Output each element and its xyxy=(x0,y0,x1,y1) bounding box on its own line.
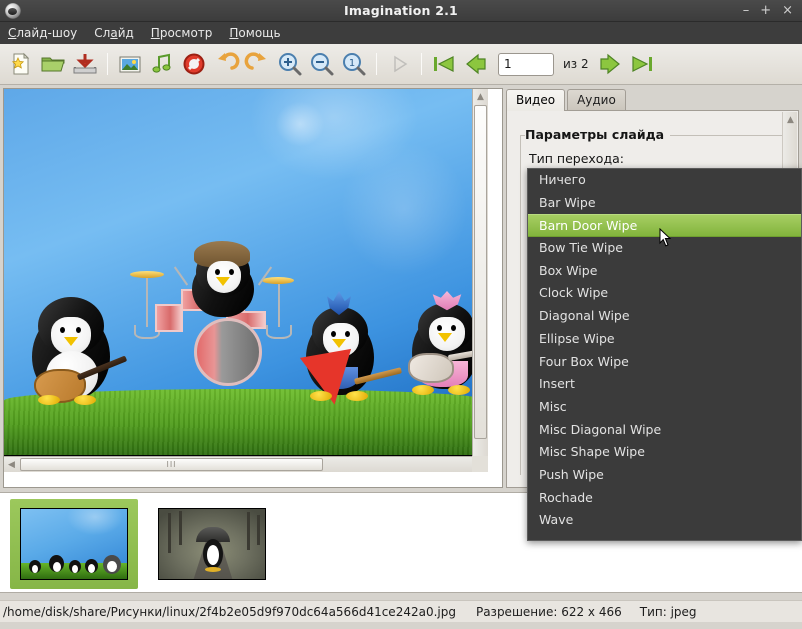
close-button[interactable]: × xyxy=(782,4,793,17)
cymbal-legs-right xyxy=(266,325,292,339)
minimize-button[interactable]: – xyxy=(743,4,750,17)
toolbar: 1 1 из 2 xyxy=(0,44,802,85)
scroll-up-icon[interactable]: ▲ xyxy=(473,89,488,104)
thumbnail-image-2 xyxy=(158,508,266,580)
status-file-path: /home/disk/share/Рисунки/linux/2f4b2e05d… xyxy=(3,604,456,619)
preview-hscroll-thumb[interactable]: III xyxy=(20,458,323,471)
cymbal-right xyxy=(262,277,294,284)
preview-vertical-scrollbar[interactable]: ▲ ▼ xyxy=(472,89,488,472)
menu-help[interactable]: Помощь xyxy=(229,26,280,40)
last-slide-icon[interactable] xyxy=(627,49,657,79)
status-bar: /home/disk/share/Рисунки/linux/2f4b2e05d… xyxy=(0,600,802,622)
preview-horizontal-scrollbar[interactable]: ◀ III ▶ xyxy=(4,456,488,472)
dropdown-item-7[interactable]: Ellipse Wipe xyxy=(528,328,801,351)
dropdown-item-0[interactable]: Ничего xyxy=(528,169,801,192)
menu-slide[interactable]: Слайд xyxy=(94,26,134,40)
save-icon[interactable] xyxy=(70,49,100,79)
transition-type-dropdown[interactable]: Ничего Bar Wipe Barn Door Wipe Bow Tie W… xyxy=(527,168,802,541)
slide-number-input[interactable]: 1 xyxy=(498,52,554,76)
cymbal-stand-right xyxy=(278,281,280,327)
open-folder-icon[interactable] xyxy=(38,49,68,79)
svg-text:1: 1 xyxy=(349,58,355,69)
toolbar-separator-1 xyxy=(107,53,108,75)
menu-slideshow[interactable]: Слайд-шоу xyxy=(8,26,77,40)
transition-type-label: Тип перехода: xyxy=(529,151,624,166)
dropdown-item-10[interactable]: Misc xyxy=(528,396,801,419)
delete-icon[interactable] xyxy=(179,49,209,79)
thumbnail-slide-2[interactable] xyxy=(158,508,266,580)
maximize-button[interactable]: + xyxy=(760,4,771,17)
dropdown-item-15[interactable]: Wave xyxy=(528,509,801,532)
dropdown-item-12[interactable]: Misc Shape Wipe xyxy=(528,441,801,464)
frame-border-left xyxy=(520,135,521,475)
dropdown-item-8[interactable]: Four Box Wipe xyxy=(528,351,801,374)
slide-preview-image: ▲ ▼ ◀ III ▶ xyxy=(4,89,488,472)
slide-params-title: Параметры слайда xyxy=(525,127,671,142)
zoom-in-icon[interactable] xyxy=(275,49,305,79)
zoom-normal-icon[interactable]: 1 xyxy=(339,49,369,79)
status-file-type: Тип: jpeg xyxy=(639,604,697,619)
window-controls: – + × xyxy=(743,4,802,17)
menu-view[interactable]: Просмотр xyxy=(151,26,213,40)
dropdown-item-3[interactable]: Bow Tie Wipe xyxy=(528,237,801,260)
zoom-out-icon[interactable] xyxy=(307,49,337,79)
dropdown-item-2-selected[interactable]: Barn Door Wipe xyxy=(528,214,801,238)
add-music-icon[interactable] xyxy=(147,49,177,79)
dropdown-item-14[interactable]: Rochade xyxy=(528,487,801,510)
play-icon[interactable] xyxy=(384,49,414,79)
imagination-window: Imagination 2.1 – + × Слайд-шоу Слайд Пр… xyxy=(0,0,802,629)
tab-audio[interactable]: Аудио xyxy=(567,89,626,111)
dropdown-item-4[interactable]: Box Wipe xyxy=(528,260,801,283)
window-title: Imagination 2.1 xyxy=(344,3,458,18)
scrollbar-corner xyxy=(472,456,488,472)
thumbnail-image-1 xyxy=(20,508,128,580)
drum-kick xyxy=(194,318,262,386)
preview-vscroll-thumb[interactable] xyxy=(474,105,487,439)
rotate-left-icon[interactable] xyxy=(211,49,241,79)
new-slideshow-icon[interactable] xyxy=(6,49,36,79)
add-image-icon[interactable] xyxy=(115,49,145,79)
drum-tom-left xyxy=(155,304,183,332)
first-slide-icon[interactable] xyxy=(429,49,459,79)
dropdown-item-11[interactable]: Misc Diagonal Wipe xyxy=(528,419,801,442)
panel-scroll-up-icon[interactable]: ▲ xyxy=(783,112,798,127)
dropdown-item-6[interactable]: Diagonal Wipe xyxy=(528,305,801,328)
next-slide-icon[interactable] xyxy=(595,49,625,79)
cymbal-stand-left xyxy=(146,275,148,327)
menu-bar: Слайд-шоу Слайд Просмотр Помощь xyxy=(0,22,802,44)
slide-count-label: из 2 xyxy=(563,57,589,71)
slide-preview-area[interactable]: ▲ ▼ ◀ III ▶ xyxy=(3,88,503,488)
dropdown-item-9[interactable]: Insert xyxy=(528,373,801,396)
scroll-left-icon[interactable]: ◀ xyxy=(4,457,19,472)
cymbal-left xyxy=(130,271,164,278)
tab-video[interactable]: Видео xyxy=(506,89,566,111)
thumbnail-slide-1[interactable] xyxy=(10,499,138,589)
toolbar-separator-2 xyxy=(376,53,377,75)
dropdown-item-13[interactable]: Push Wipe xyxy=(528,464,801,487)
title-bar: Imagination 2.1 – + × xyxy=(0,0,802,22)
toolbar-separator-3 xyxy=(421,53,422,75)
dropdown-item-5[interactable]: Clock Wipe xyxy=(528,282,801,305)
dropdown-item-1[interactable]: Bar Wipe xyxy=(528,192,801,215)
window-bottom-edge xyxy=(0,622,802,629)
status-resolution: Разрешение: 622 x 466 xyxy=(475,604,622,619)
previous-slide-icon[interactable] xyxy=(461,49,491,79)
rotate-right-icon[interactable] xyxy=(243,49,273,79)
panel-tabs: Видео Аудио xyxy=(506,88,628,111)
